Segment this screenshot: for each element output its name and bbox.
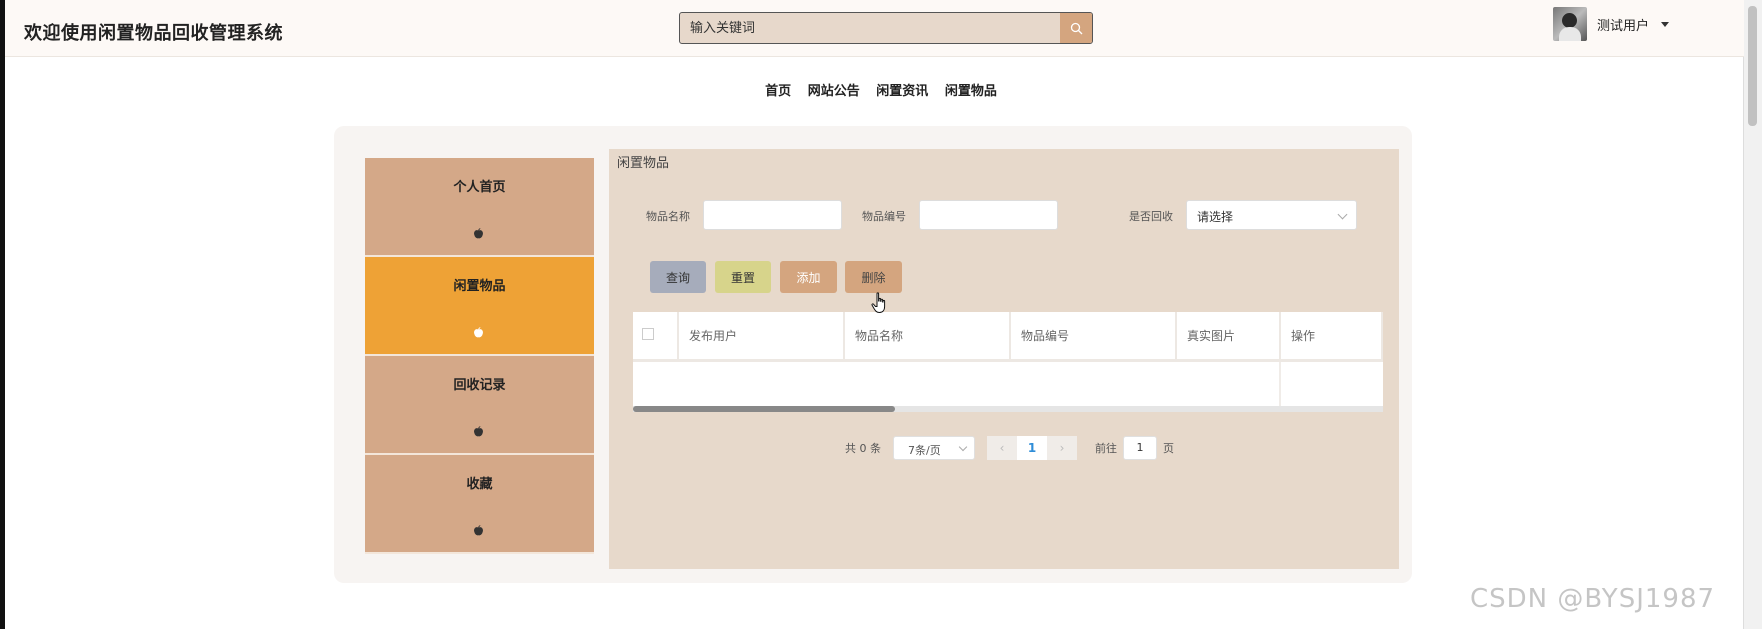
page-title: 闲置物品 [617, 156, 670, 171]
apple-icon [473, 525, 484, 536]
table-header-cell: 物品编号 [1011, 312, 1177, 362]
sidebar: 个人首页 闲置物品 回收记录 收藏 [365, 158, 594, 554]
table-header-cell: 物品名称 [845, 312, 1011, 362]
search-icon [1070, 22, 1082, 34]
query-button[interactable]: 查询 [650, 261, 706, 293]
sidebar-item-favorites[interactable]: 收藏 [365, 455, 594, 554]
column-divider [1279, 362, 1281, 406]
caret-down-icon[interactable] [1661, 21, 1670, 27]
sidebar-item-label: 个人首页 [453, 180, 506, 195]
main-nav: 首页 网站公告 闲置资讯 闲置物品 [0, 80, 1762, 99]
total-count: 共 0 条 [845, 442, 881, 455]
sidebar-item-label: 回收记录 [453, 378, 506, 393]
nav-item-announcements[interactable]: 网站公告 [808, 80, 860, 99]
recycled-select[interactable]: 请选择 [1186, 200, 1357, 230]
goto-prefix: 前往 [1095, 442, 1117, 455]
table-header-cell: 真实图片 [1177, 312, 1281, 362]
item-code-label: 物品编号 [862, 210, 906, 223]
recycled-select-value: 请选择 [1197, 210, 1234, 224]
goto-suffix: 页 [1163, 442, 1174, 455]
apple-icon [473, 228, 484, 239]
chevron-down-icon [958, 442, 968, 452]
nav-item-news[interactable]: 闲置资讯 [876, 80, 928, 99]
nav-item-home[interactable]: 首页 [765, 80, 791, 99]
select-all-checkbox[interactable] [642, 328, 654, 340]
apple-icon [473, 327, 484, 338]
items-table: 发布用户 物品名称 物品编号 真实图片 操作 [633, 312, 1383, 412]
delete-button[interactable]: 删除 [845, 261, 902, 293]
main-panel: 闲置物品 物品名称 物品编号 是否回收 请选择 查询 重置 添加 删除 发布用户… [609, 149, 1399, 569]
table-scrollbar[interactable] [633, 406, 1383, 412]
reset-button[interactable]: 重置 [715, 261, 771, 293]
page-size-value: 7条/页 [908, 444, 941, 457]
hand-cursor-icon [871, 292, 889, 318]
sidebar-item-idle-items[interactable]: 闲置物品 [365, 257, 594, 356]
page-number[interactable]: 1 [1017, 436, 1047, 460]
search-box [679, 12, 1093, 44]
table-header-cell: 操作 [1281, 312, 1383, 362]
table-header-cell: 发布用户 [679, 312, 845, 362]
page-size-select[interactable]: 7条/页 [893, 436, 975, 460]
table-header-select [633, 312, 679, 362]
top-header: 欢迎使用闲置物品回收管理系统 测试用户 [5, 0, 1744, 57]
chevron-left-icon: ‹ [999, 441, 1005, 455]
prev-page-button[interactable]: ‹ [987, 436, 1017, 460]
scrollbar-thumb[interactable] [1748, 6, 1757, 126]
user-name[interactable]: 测试用户 [1597, 15, 1649, 34]
user-menu[interactable]: 测试用户 [1553, 6, 1670, 42]
pagination: 共 0 条 7条/页 ‹ 1 › 前往 1 页 [845, 436, 1174, 460]
sidebar-item-label: 收藏 [466, 477, 493, 492]
chevron-right-icon: › [1059, 441, 1065, 455]
sidebar-item-personal-home[interactable]: 个人首页 [365, 158, 594, 257]
table-scrollbar-thumb[interactable] [633, 406, 895, 412]
chevron-down-icon [1337, 209, 1348, 220]
goto-page-input[interactable]: 1 [1123, 436, 1157, 460]
recycled-label: 是否回收 [1129, 210, 1173, 223]
watermark: CSDN @BYSJ1987 [1470, 584, 1716, 614]
next-page-button[interactable]: › [1047, 436, 1077, 460]
add-button[interactable]: 添加 [780, 261, 837, 293]
search-input[interactable] [680, 13, 1080, 43]
nav-item-idle-items[interactable]: 闲置物品 [945, 80, 997, 99]
site-title: 欢迎使用闲置物品回收管理系统 [24, 23, 283, 44]
item-code-input[interactable] [919, 200, 1058, 230]
sidebar-item-recycle-records[interactable]: 回收记录 [365, 356, 594, 455]
sidebar-item-label: 闲置物品 [453, 279, 506, 294]
avatar[interactable] [1553, 7, 1587, 41]
search-button[interactable] [1060, 13, 1092, 43]
apple-icon [473, 426, 484, 437]
item-name-label: 物品名称 [646, 210, 690, 223]
item-name-input[interactable] [703, 200, 842, 230]
